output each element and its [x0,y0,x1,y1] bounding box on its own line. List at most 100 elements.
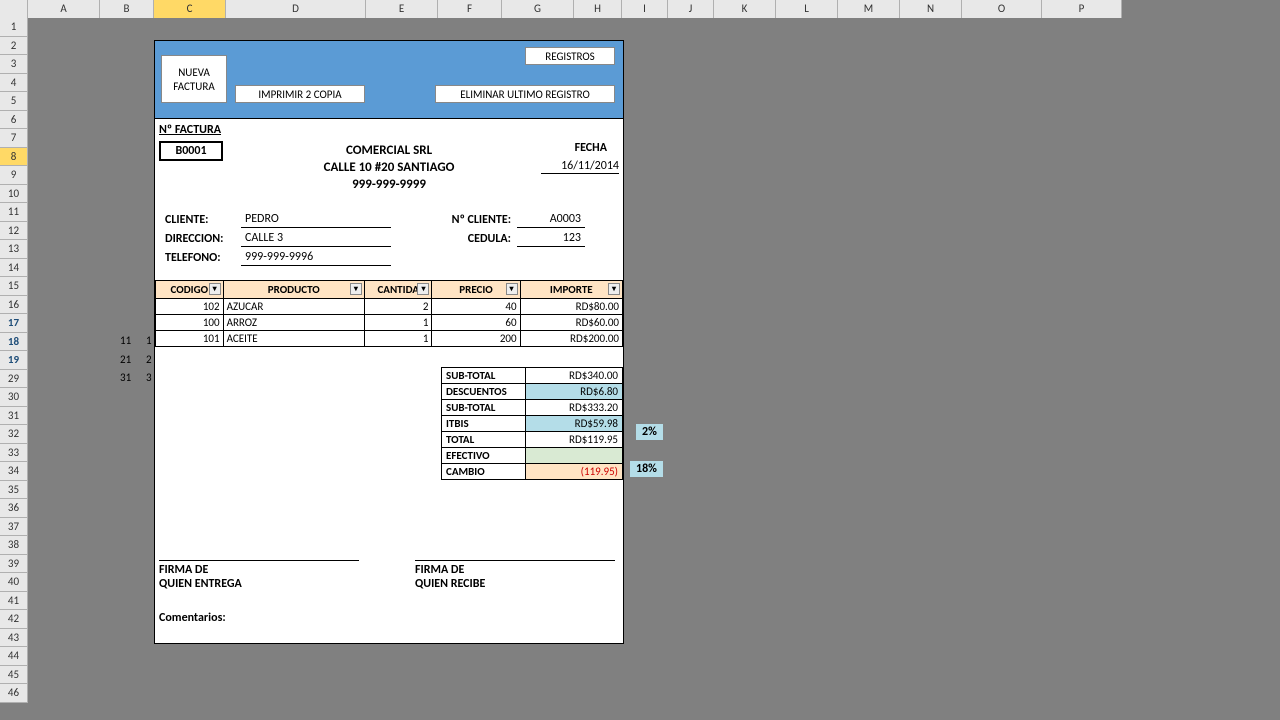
row-header-18[interactable]: 18 [0,333,28,352]
row-header-42[interactable]: 42 [0,610,28,629]
cell-importe[interactable]: RD$80.00 [520,299,622,315]
subtotal2-label: SUB-TOTAL [442,400,526,416]
table-row[interactable]: 100ARROZ160RD$60.00 [156,315,623,331]
row-header-12[interactable]: 12 [0,222,28,241]
row-header-46[interactable]: 46 [0,684,28,703]
col-header-K[interactable]: K [714,0,776,18]
table-row[interactable]: 101ACEITE1200RD$200.00 [156,331,623,347]
col-header-E[interactable]: E [366,0,438,18]
filter-icon[interactable]: ▾ [608,283,620,295]
col-precio[interactable]: PRECIO▾ [432,281,520,299]
cell-codigo[interactable]: 102 [156,299,224,315]
efectivo-value[interactable] [526,448,623,464]
row-header-6[interactable]: 6 [0,111,28,130]
col-codigo[interactable]: CODIGO▾ [156,281,224,299]
row-header-45[interactable]: 45 [0,666,28,685]
sig1-line2: QUIEN ENTREGA [159,577,359,591]
row-header-13[interactable]: 13 [0,240,28,259]
row-header-29[interactable]: 29 [0,370,28,389]
telefono-value[interactable]: 999-999-9996 [241,249,391,266]
row-header-39[interactable]: 39 [0,555,28,574]
row-header-15[interactable]: 15 [0,277,28,296]
col-header-H[interactable]: H [574,0,622,18]
row-header-37[interactable]: 37 [0,518,28,537]
cell-producto[interactable]: ARROZ [223,315,364,331]
row-header-7[interactable]: 7 [0,129,28,148]
row-header-10[interactable]: 10 [0,185,28,204]
filter-icon[interactable]: ▾ [506,283,518,295]
filter-icon[interactable]: ▾ [209,283,221,295]
ncliente-value[interactable]: A0003 [517,211,585,228]
col-header-L[interactable]: L [776,0,838,18]
col-header-M[interactable]: M [838,0,900,18]
col-header-B[interactable]: B [100,0,154,18]
eliminar-button[interactable]: ELIMINAR ULTIMO REGISTRO [435,85,615,103]
row-header-44[interactable]: 44 [0,647,28,666]
col-header-G[interactable]: G [502,0,574,18]
row-header-4[interactable]: 4 [0,74,28,93]
descuento-pct[interactable]: 2% [636,424,663,440]
row-header-16[interactable]: 16 [0,296,28,315]
filter-icon[interactable]: ▾ [417,283,429,295]
cedula-value[interactable]: 123 [517,230,585,247]
row-header-35[interactable]: 35 [0,481,28,500]
cell-cantidad[interactable]: 1 [364,315,432,331]
num-factura-value[interactable]: B0001 [159,141,223,161]
cell-precio[interactable]: 40 [432,299,520,315]
registros-button[interactable]: REGISTROS [525,47,615,65]
row-header-1[interactable]: 1 [0,18,28,37]
cell-cantidad[interactable]: 1 [364,331,432,347]
select-all-corner[interactable] [0,0,28,18]
col-header-P[interactable]: P [1042,0,1122,18]
row-header-38[interactable]: 38 [0,536,28,555]
sig2-line2: QUIEN RECIBE [415,577,615,591]
col-header-O[interactable]: O [962,0,1042,18]
cliente-value[interactable]: PEDRO [241,211,391,228]
cell-precio[interactable]: 200 [432,331,520,347]
cell-producto[interactable]: AZUCAR [223,299,364,315]
cell-codigo[interactable]: 101 [156,331,224,347]
row-header-33[interactable]: 33 [0,444,28,463]
direccion-value[interactable]: CALLE 3 [241,230,391,247]
row-header-32[interactable]: 32 [0,425,28,444]
cell-codigo[interactable]: 100 [156,315,224,331]
col-header-F[interactable]: F [438,0,502,18]
cell-importe[interactable]: RD$60.00 [520,315,622,331]
row-header-43[interactable]: 43 [0,629,28,648]
items-table: CODIGO▾ PRODUCTO▾ CANTIDA▾ PRECIO▾ IMPOR… [155,280,623,347]
col-header-C[interactable]: C [154,0,226,18]
row-header-41[interactable]: 41 [0,592,28,611]
cell-precio[interactable]: 60 [432,315,520,331]
col-header-N[interactable]: N [900,0,962,18]
filter-icon[interactable]: ▾ [350,283,362,295]
row-header-34[interactable]: 34 [0,462,28,481]
row-header-19[interactable]: 19 [0,351,28,370]
row-header-31[interactable]: 31 [0,407,28,426]
row-header-17[interactable]: 17 [0,314,28,333]
row-header-5[interactable]: 5 [0,92,28,111]
row-header-11[interactable]: 11 [0,203,28,222]
col-header-J[interactable]: J [668,0,714,18]
row-header-30[interactable]: 30 [0,388,28,407]
cell-cantidad[interactable]: 2 [364,299,432,315]
col-cantidad[interactable]: CANTIDA▾ [364,281,432,299]
nueva-factura-button[interactable]: NUEVA FACTURA [161,55,227,103]
col-header-I[interactable]: I [622,0,668,18]
row-header-2[interactable]: 2 [0,37,28,56]
imprimir-button[interactable]: IMPRIMIR 2 COPIA [235,85,365,103]
table-row[interactable]: 102AZUCAR240RD$80.00 [156,299,623,315]
col-header-D[interactable]: D [226,0,366,18]
col-producto[interactable]: PRODUCTO▾ [223,281,364,299]
col-header-A[interactable]: A [28,0,100,18]
cell-producto[interactable]: ACEITE [223,331,364,347]
row-header-9[interactable]: 9 [0,166,28,185]
total-value: RD$119.95 [526,432,623,448]
row-header-3[interactable]: 3 [0,55,28,74]
cell-importe[interactable]: RD$200.00 [520,331,622,347]
itbis-pct[interactable]: 18% [630,461,663,477]
row-header-8[interactable]: 8 [0,148,28,167]
row-header-40[interactable]: 40 [0,573,28,592]
row-header-36[interactable]: 36 [0,499,28,518]
col-importe[interactable]: IMPORTE▾ [520,281,622,299]
row-header-14[interactable]: 14 [0,259,28,278]
